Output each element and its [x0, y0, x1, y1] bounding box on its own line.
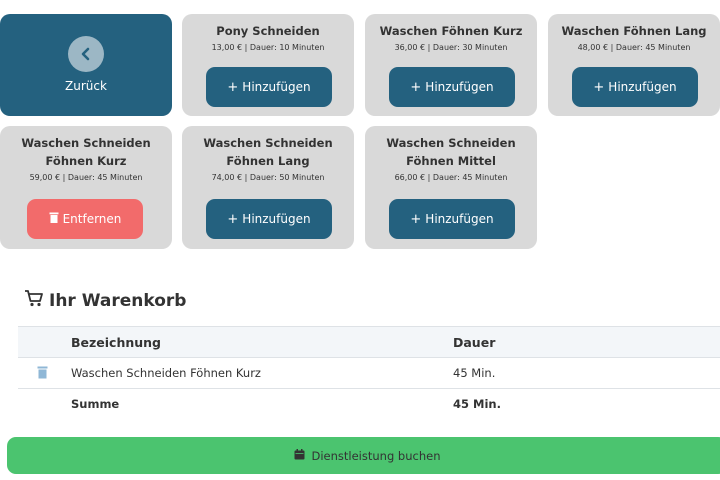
- book-service-button[interactable]: Dienstleistung buchen: [7, 437, 720, 474]
- trash-icon: [49, 212, 59, 226]
- back-label: Zurück: [65, 79, 107, 93]
- plus-icon: +: [227, 211, 239, 227]
- service-title: Waschen Föhnen Kurz: [379, 24, 523, 38]
- service-title: Waschen Schneiden: [21, 136, 151, 150]
- service-tile: Waschen Schneiden Föhnen Lang 74,00 € | …: [182, 126, 354, 249]
- item-name: Waschen Schneiden Föhnen Kurz: [71, 366, 261, 380]
- service-tile: Waschen Föhnen Kurz 36,00 € | Dauer: 30 …: [365, 14, 537, 116]
- sum-label: Summe: [71, 397, 120, 411]
- add-button-label: Hinzufügen: [425, 80, 494, 94]
- calendar-icon: [294, 448, 305, 463]
- service-tile: Waschen Schneiden Föhnen Mittel 66,00 € …: [365, 126, 537, 249]
- item-duration: 45 Min.: [453, 366, 496, 380]
- add-button-label: Hinzufügen: [608, 80, 677, 94]
- plus-icon: +: [410, 211, 422, 227]
- add-button[interactable]: + Hinzufügen: [206, 199, 332, 239]
- service-tile: Waschen Schneiden Föhnen Kurz 59,00 € | …: [0, 126, 172, 249]
- service-meta: 48,00 € | Dauer: 45 Minuten: [577, 43, 691, 52]
- table-sum-row: Summe 45 Min.: [18, 388, 720, 419]
- table-row: Waschen Schneiden Föhnen Kurz 45 Min.: [18, 357, 720, 388]
- plus-icon: +: [593, 79, 605, 95]
- remove-button[interactable]: Entfernen: [27, 199, 143, 239]
- add-button-label: Hinzufügen: [425, 212, 494, 226]
- service-meta: 59,00 € | Dauer: 45 Minuten: [29, 173, 143, 182]
- column-duration-header: Dauer: [453, 335, 496, 350]
- add-button[interactable]: + Hinzufügen: [389, 199, 515, 239]
- add-button-label: Hinzufügen: [242, 212, 311, 226]
- service-title: Föhnen Kurz: [45, 154, 127, 168]
- back-tile[interactable]: Zurück: [0, 14, 172, 116]
- service-tile: Waschen Föhnen Lang 48,00 € | Dauer: 45 …: [548, 14, 720, 116]
- service-tile: Pony Schneiden 13,00 € | Dauer: 10 Minut…: [182, 14, 354, 116]
- cart-table: Bezeichnung Dauer Waschen Schneiden Föhn…: [18, 326, 720, 419]
- service-title: Waschen Schneiden: [386, 136, 516, 150]
- plus-icon: +: [227, 79, 239, 95]
- table-header: Bezeichnung Dauer: [18, 326, 720, 357]
- service-title: Pony Schneiden: [216, 24, 320, 38]
- service-title: Waschen Schneiden: [203, 136, 333, 150]
- service-title: Föhnen Lang: [226, 154, 310, 168]
- book-service-label: Dienstleistung buchen: [311, 448, 441, 463]
- cart-title: Ihr Warenkorb: [24, 289, 186, 312]
- cart-title-label: Ihr Warenkorb: [49, 290, 187, 311]
- service-meta: 66,00 € | Dauer: 45 Minuten: [394, 173, 508, 182]
- plus-icon: +: [410, 79, 422, 95]
- trash-icon[interactable]: [37, 366, 48, 382]
- service-meta: 36,00 € | Dauer: 30 Minuten: [394, 43, 508, 52]
- add-button[interactable]: + Hinzufügen: [206, 67, 332, 107]
- remove-button-label: Entfernen: [62, 212, 122, 226]
- add-button[interactable]: + Hinzufügen: [389, 67, 515, 107]
- add-button[interactable]: + Hinzufügen: [572, 67, 698, 107]
- service-meta: 74,00 € | Dauer: 50 Minuten: [211, 173, 325, 182]
- sum-value: 45 Min.: [453, 397, 501, 411]
- service-title: Föhnen Mittel: [406, 154, 496, 168]
- service-meta: 13,00 € | Dauer: 10 Minuten: [211, 43, 325, 52]
- add-button-label: Hinzufügen: [242, 80, 311, 94]
- chevron-left-icon: [68, 36, 104, 72]
- service-title: Waschen Föhnen Lang: [561, 24, 707, 38]
- column-name-header: Bezeichnung: [71, 335, 161, 350]
- cart-icon: [24, 289, 44, 312]
